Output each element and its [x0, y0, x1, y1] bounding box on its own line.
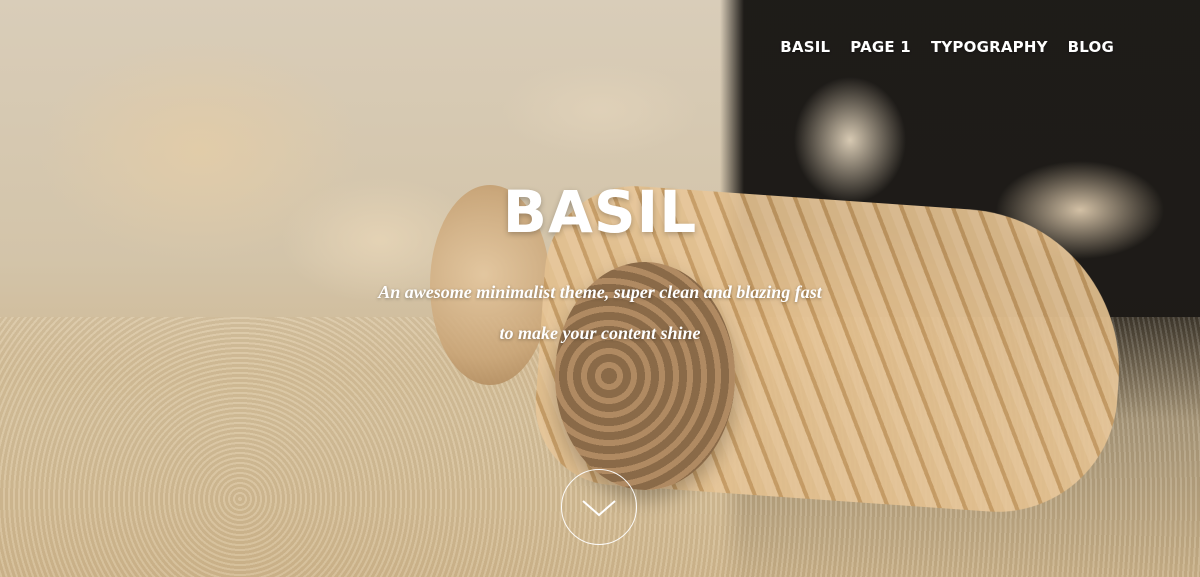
nav-item-typography[interactable]: TYPOGRAPHY — [931, 38, 1048, 56]
nav-item-blog[interactable]: BLOG — [1068, 38, 1114, 56]
nav-item-basil[interactable]: BASIL — [780, 38, 830, 56]
site-tagline-line-1: An awesome minimalist theme, super clean… — [378, 282, 822, 302]
hero-section: BASIL PAGE 1 TYPOGRAPHY BLOG BASIL An aw… — [0, 0, 1200, 577]
scroll-down-button[interactable] — [561, 469, 637, 545]
site-tagline-line-2: to make your content shine — [499, 323, 701, 343]
nav-item-page-1[interactable]: PAGE 1 — [850, 38, 911, 56]
chevron-down-icon — [582, 500, 616, 517]
main-navigation: BASIL PAGE 1 TYPOGRAPHY BLOG — [780, 38, 1114, 56]
site-title: BASIL — [502, 178, 698, 246]
